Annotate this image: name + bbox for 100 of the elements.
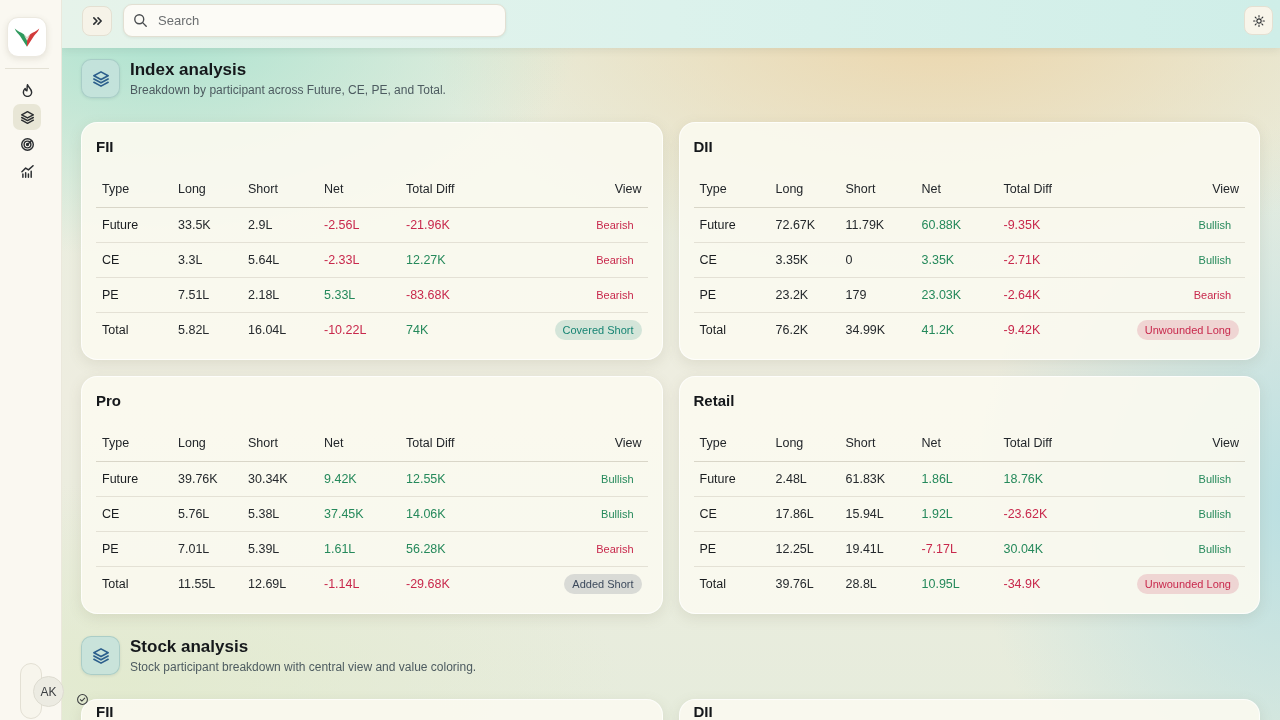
long-value: 17.86L bbox=[775, 506, 814, 521]
view-label: Bullish bbox=[600, 471, 635, 487]
type-label: Total bbox=[699, 322, 726, 337]
net-value: 9.42K bbox=[324, 471, 357, 486]
column-header: View bbox=[614, 182, 642, 197]
chevrons-right-icon bbox=[92, 16, 102, 25]
total-diff-value: 14.06K bbox=[406, 506, 446, 521]
long-value: 7.01L bbox=[178, 541, 210, 556]
short-value: 11.79K bbox=[845, 217, 885, 232]
type-label: PE bbox=[102, 287, 119, 302]
total-diff-value: -29.68K bbox=[406, 576, 450, 591]
total-diff-value: -2.71K bbox=[1003, 252, 1041, 267]
type-label: Future bbox=[102, 471, 139, 486]
long-value: 23.2K bbox=[775, 287, 809, 302]
short-value: 19.41L bbox=[845, 541, 884, 556]
net-value: -2.56L bbox=[324, 217, 360, 232]
column-header: Long bbox=[178, 182, 206, 197]
type-label: PE bbox=[699, 287, 717, 302]
column-header: View bbox=[614, 436, 642, 451]
view-label: Bearish bbox=[595, 287, 635, 303]
total-diff-value: 18.76K bbox=[1003, 471, 1044, 486]
short-value: 28.8L bbox=[845, 576, 877, 591]
net-value: 41.2K bbox=[921, 322, 955, 337]
view-label: Bullish bbox=[1197, 541, 1232, 557]
total-diff-value: -34.9K bbox=[1003, 576, 1041, 591]
chart-icon bbox=[20, 164, 34, 178]
net-value: -7.17L bbox=[921, 541, 957, 556]
column-header: Net bbox=[324, 436, 344, 451]
column-header: Total Diff bbox=[1003, 436, 1052, 451]
short-value: 5.64L bbox=[248, 252, 280, 267]
short-value: 30.34K bbox=[248, 471, 288, 486]
column-header: Long bbox=[775, 182, 804, 197]
card-title: DII bbox=[693, 704, 713, 719]
column-header: Short bbox=[845, 182, 876, 197]
column-header: Type bbox=[699, 436, 727, 451]
long-value: 5.76L bbox=[178, 506, 210, 521]
type-label: Future bbox=[699, 217, 736, 232]
type-label: PE bbox=[699, 541, 717, 556]
section-subtitle: Stock participant breakdown with central view and value coloring. bbox=[130, 659, 477, 675]
column-header: Type bbox=[102, 182, 130, 197]
long-value: 3.3L bbox=[178, 252, 203, 267]
search-icon bbox=[134, 14, 147, 27]
total-diff-value: -9.42K bbox=[1003, 322, 1041, 337]
short-value: 5.38L bbox=[248, 506, 280, 521]
card-title: Retail bbox=[693, 391, 735, 411]
type-label: Future bbox=[102, 217, 139, 232]
long-value: 76.2K bbox=[775, 322, 809, 337]
view-label: Bullish bbox=[1197, 506, 1232, 522]
total-diff-value: -21.96K bbox=[406, 217, 450, 232]
total-diff-value: 12.55K bbox=[406, 471, 446, 486]
short-value: 2.18L bbox=[248, 287, 280, 302]
column-header: Net bbox=[921, 182, 941, 197]
view-label: Bullish bbox=[1197, 217, 1232, 233]
short-value: 15.94L bbox=[845, 506, 884, 521]
column-header: Short bbox=[248, 182, 278, 197]
long-value: 12.25L bbox=[775, 541, 814, 556]
type-label: CE bbox=[102, 252, 120, 267]
radar-icon bbox=[20, 137, 34, 151]
column-header: Short bbox=[845, 436, 876, 451]
column-header: Type bbox=[699, 182, 727, 197]
column-header: Total Diff bbox=[406, 436, 455, 451]
total-diff-value: 74K bbox=[406, 322, 429, 337]
type-label: CE bbox=[699, 252, 717, 267]
type-label: PE bbox=[102, 541, 119, 556]
section-title: Index analysis bbox=[130, 59, 247, 81]
net-value: 23.03K bbox=[921, 287, 962, 302]
search-field[interactable]: Search bbox=[123, 4, 506, 37]
flame-icon bbox=[20, 83, 34, 97]
net-value: -10.22L bbox=[324, 322, 367, 337]
view-tag: Unwounded Long bbox=[1136, 573, 1239, 594]
type-label: Future bbox=[699, 471, 736, 486]
short-value: 34.99K bbox=[845, 322, 886, 337]
nav-button[interactable] bbox=[13, 104, 41, 130]
net-value: -1.14L bbox=[324, 576, 360, 591]
total-diff-value: -23.62K bbox=[1003, 506, 1048, 521]
total-diff-value: -9.35K bbox=[1003, 217, 1041, 232]
view-label: Bullish bbox=[1197, 252, 1232, 268]
short-value: 16.04L bbox=[248, 322, 287, 337]
column-header: Net bbox=[324, 182, 344, 197]
card-title: DII bbox=[693, 137, 713, 157]
net-value: 1.86L bbox=[921, 471, 953, 486]
type-label: Total bbox=[699, 576, 726, 591]
card-title: FII bbox=[96, 704, 114, 719]
layers-icon bbox=[20, 110, 34, 124]
column-header: Long bbox=[178, 436, 206, 451]
layers-icon bbox=[81, 636, 120, 675]
view-label: Bearish bbox=[1192, 287, 1232, 303]
section-subtitle: Breakdown by participant across Future, CE, PE, and Total. bbox=[130, 82, 446, 98]
column-header: Total Diff bbox=[1003, 182, 1052, 197]
short-value: 179 bbox=[845, 287, 867, 302]
short-value: 61.83K bbox=[845, 471, 886, 486]
horns-logo bbox=[7, 17, 47, 57]
column-header: Type bbox=[102, 436, 130, 451]
long-value: 39.76K bbox=[178, 471, 218, 486]
check-circle-icon bbox=[77, 694, 88, 705]
type-label: CE bbox=[699, 506, 717, 521]
long-value: 3.35K bbox=[775, 252, 809, 267]
view-label: Bullish bbox=[600, 506, 635, 522]
theme-toggle-button[interactable] bbox=[1244, 6, 1273, 35]
expand-sidebar-button[interactable] bbox=[82, 5, 112, 36]
